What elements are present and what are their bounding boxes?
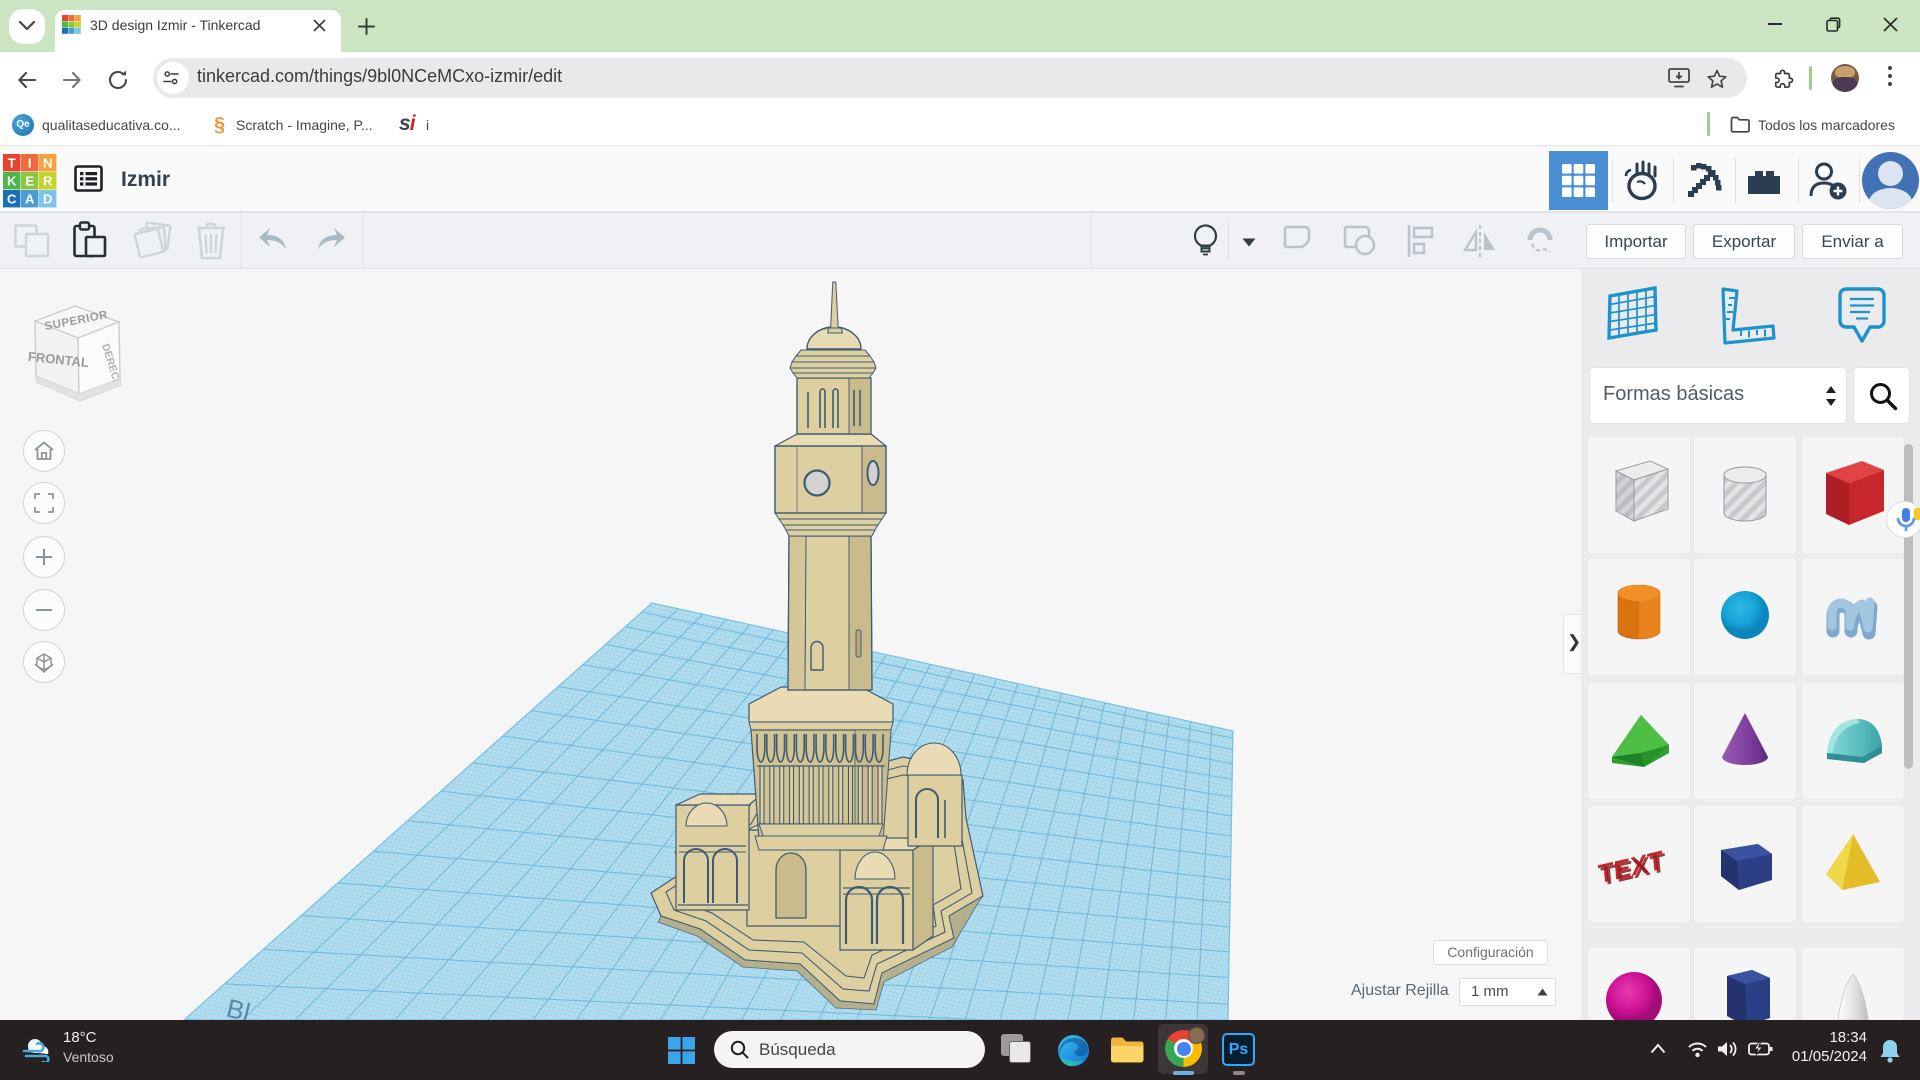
svg-text:I: I (28, 156, 32, 171)
svg-text:A: A (25, 192, 35, 207)
svg-text:C: C (7, 192, 17, 207)
svg-text:D: D (43, 192, 52, 207)
svg-text:N: N (43, 156, 52, 171)
svg-text:TEXT: TEXT (1600, 847, 1667, 892)
svg-text:T: T (8, 156, 16, 171)
svg-text:E: E (25, 174, 34, 189)
svg-text:R: R (43, 174, 53, 189)
svg-text:K: K (7, 174, 17, 189)
